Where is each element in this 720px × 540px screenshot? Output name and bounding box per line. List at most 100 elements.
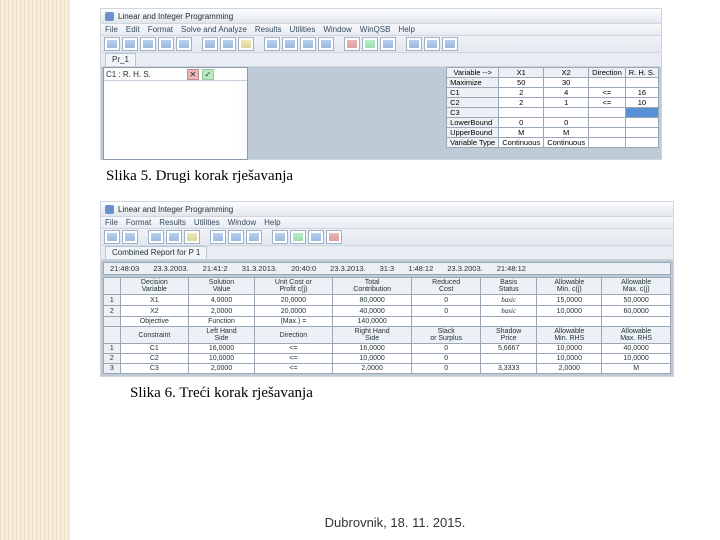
tool-icon[interactable] — [290, 230, 306, 244]
grid-cell[interactable]: <= — [589, 88, 626, 98]
menu-help[interactable]: Help — [264, 218, 280, 227]
menu-winqsb[interactable]: WinQSB — [360, 25, 391, 34]
grid-cell[interactable]: 50 — [499, 78, 544, 88]
tool-icon[interactable] — [176, 37, 192, 51]
grid-cell: M — [602, 364, 671, 374]
grid-cell: 10,0000 — [537, 306, 602, 317]
grid-cell: 10,0000 — [537, 344, 602, 354]
grid-cell[interactable]: 30 — [544, 78, 589, 88]
grid-header: DecisionVariable — [120, 278, 189, 295]
grid-cell[interactable]: 16 — [625, 88, 658, 98]
grid-cell[interactable]: UpperBound — [447, 128, 499, 138]
grid-header: Direction — [589, 68, 626, 78]
accept-icon[interactable]: ✓ — [202, 69, 214, 80]
tool-icon[interactable] — [122, 230, 138, 244]
grid-cell[interactable]: 10 — [625, 98, 658, 108]
grid-cell: 20,0000 — [254, 306, 332, 317]
menu-utilities[interactable]: Utilities — [290, 25, 316, 34]
tool-icon[interactable] — [104, 37, 120, 51]
tool-icon[interactable] — [220, 37, 236, 51]
grid-cell: 10,0000 — [189, 354, 255, 364]
grid-cell[interactable]: Continuous — [499, 138, 544, 148]
grid-cell[interactable] — [625, 138, 658, 148]
tool-icon[interactable] — [308, 230, 324, 244]
grid-cell: 80,0000 — [332, 295, 411, 306]
tool-icon[interactable] — [264, 37, 280, 51]
tool-icon[interactable] — [158, 37, 174, 51]
grid-cell[interactable]: C2 — [447, 98, 499, 108]
menu-results[interactable]: Results — [255, 25, 282, 34]
grid-cell[interactable] — [625, 78, 658, 88]
tool-icon[interactable] — [104, 230, 120, 244]
grid-cell[interactable] — [625, 108, 658, 118]
grid-cell[interactable]: 4 — [544, 88, 589, 98]
tool-icon[interactable] — [362, 37, 378, 51]
menu-file[interactable]: File — [105, 218, 118, 227]
grid-cell[interactable]: M — [499, 128, 544, 138]
grid-cell[interactable] — [589, 138, 626, 148]
tool-icon[interactable] — [202, 37, 218, 51]
lp-input-grid[interactable]: Variable -->X1X2DirectionR. H. S.Maximiz… — [446, 67, 659, 148]
menu-edit[interactable]: Edit — [126, 25, 140, 34]
grid-cell[interactable] — [625, 128, 658, 138]
grid-cell[interactable]: 2 — [499, 98, 544, 108]
grid-cell[interactable] — [589, 128, 626, 138]
grid-cell: 16,0000 — [332, 344, 411, 354]
menu-file[interactable]: File — [105, 25, 118, 34]
grid-header: AllowableMin. c(j) — [537, 278, 602, 295]
grid-cell[interactable]: <= — [589, 98, 626, 108]
menu-window[interactable]: Window — [228, 218, 256, 227]
tool-icon[interactable] — [228, 230, 244, 244]
grid-cell[interactable] — [499, 108, 544, 118]
grid-cell[interactable] — [589, 118, 626, 128]
tool-icon[interactable] — [184, 230, 200, 244]
tool-icon[interactable] — [140, 37, 156, 51]
grid-cell[interactable]: 0 — [544, 118, 589, 128]
grid-cell[interactable]: Maximize — [447, 78, 499, 88]
grid-cell: 0 — [412, 344, 481, 354]
menu-utilities[interactable]: Utilities — [194, 218, 220, 227]
grid-cell[interactable]: C1 — [447, 88, 499, 98]
tool-icon[interactable] — [344, 37, 360, 51]
tab-report[interactable]: Combined Report for P 1 — [105, 246, 207, 259]
tool-icon[interactable] — [210, 230, 226, 244]
grid-cell[interactable] — [589, 78, 626, 88]
grid-cell[interactable]: 1 — [544, 98, 589, 108]
grid-cell[interactable]: 2 — [499, 88, 544, 98]
menu-solve[interactable]: Solve and Analyze — [181, 25, 247, 34]
menu-results[interactable]: Results — [159, 218, 186, 227]
tool-icon[interactable] — [246, 230, 262, 244]
tool-icon[interactable] — [380, 37, 396, 51]
tool-icon[interactable] — [326, 230, 342, 244]
grid-cell[interactable] — [544, 108, 589, 118]
tool-icon[interactable] — [122, 37, 138, 51]
menu-format[interactable]: Format — [148, 25, 173, 34]
menu-format[interactable]: Format — [126, 218, 151, 227]
grid-cell[interactable]: C3 — [447, 108, 499, 118]
grid-cell[interactable]: M — [544, 128, 589, 138]
tool-icon[interactable] — [272, 230, 288, 244]
grid-cell[interactable]: 0 — [499, 118, 544, 128]
toolbar — [101, 229, 673, 246]
tool-icon[interactable] — [148, 230, 164, 244]
grid-header: Variable --> — [447, 68, 499, 78]
grid-cell: C3 — [120, 364, 189, 374]
tool-icon[interactable] — [166, 230, 182, 244]
grid-cell[interactable] — [625, 118, 658, 128]
menu-help[interactable]: Help — [398, 25, 414, 34]
tool-icon[interactable] — [406, 37, 422, 51]
grid-cell: basic — [480, 295, 536, 306]
tool-icon[interactable] — [300, 37, 316, 51]
cancel-icon[interactable]: ✕ — [187, 69, 199, 80]
tool-icon[interactable] — [282, 37, 298, 51]
menu-window[interactable]: Window — [323, 25, 351, 34]
tab-problem[interactable]: Pr_1 — [105, 53, 136, 66]
tool-icon[interactable] — [318, 37, 334, 51]
grid-cell[interactable]: LowerBound — [447, 118, 499, 128]
tool-icon[interactable] — [238, 37, 254, 51]
tool-icon[interactable] — [424, 37, 440, 51]
grid-cell[interactable]: Variable Type — [447, 138, 499, 148]
grid-cell[interactable] — [589, 108, 626, 118]
tool-icon[interactable] — [442, 37, 458, 51]
grid-cell[interactable]: Continuous — [544, 138, 589, 148]
